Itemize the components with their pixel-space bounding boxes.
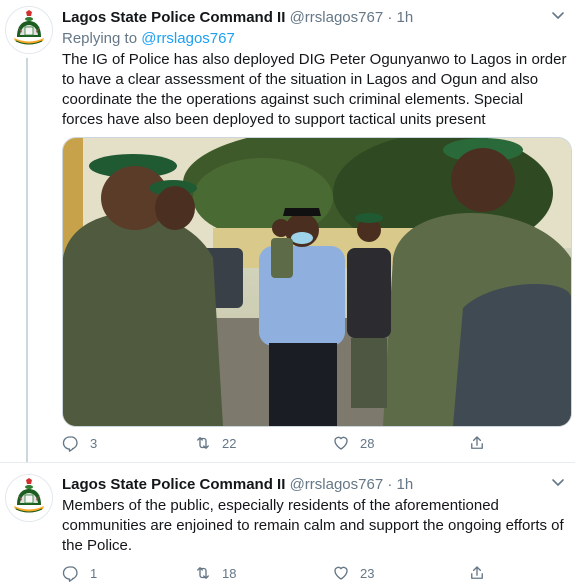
share-icon (471, 566, 483, 579)
like-button[interactable]: 28 (332, 433, 374, 453)
retweet-icon (197, 437, 209, 449)
retweet-count: 18 (222, 565, 237, 581)
tweet-content: Lagos State Police Command II @rrslagos7… (62, 475, 567, 556)
avatar[interactable] (5, 6, 53, 54)
tweet-header: Lagos State Police Command II @rrslagos7… (62, 475, 567, 495)
reply-button[interactable]: 3 (62, 433, 97, 453)
tweet-actions: 3 22 28 (62, 433, 512, 455)
tweet-content: Lagos State Police Command II @rrslagos7… (62, 8, 567, 130)
police-officers-photo (63, 138, 571, 426)
like-count: 28 (360, 435, 375, 451)
share-button[interactable] (468, 433, 486, 453)
reply-button[interactable]: 1 (62, 563, 97, 583)
author-name[interactable]: Lagos State Police Command II (62, 476, 285, 493)
reply-count: 1 (90, 565, 98, 581)
chevron-down-icon[interactable] (551, 475, 565, 489)
heart-icon (334, 436, 348, 450)
reply-count: 3 (90, 435, 98, 451)
avatar[interactable] (5, 474, 53, 522)
tweet-header: Lagos State Police Command II @rrslagos7… (62, 8, 567, 28)
tweet-photo[interactable] (62, 137, 572, 427)
tweet[interactable]: Lagos State Police Command II @rrslagos7… (0, 463, 575, 582)
retweet-count: 22 (222, 435, 237, 451)
retweet-icon (197, 567, 209, 579)
retweet-button[interactable]: 22 (194, 433, 236, 453)
author-name[interactable]: Lagos State Police Command II (62, 9, 285, 26)
reply-icon (62, 566, 78, 582)
tweet-text: The IG of Police has also deployed DIG P… (62, 51, 567, 128)
share-button[interactable] (468, 563, 486, 583)
retweet-button[interactable]: 18 (194, 563, 236, 583)
like-count: 23 (360, 565, 375, 581)
tweet-timestamp[interactable]: 1h (397, 476, 414, 493)
separator-dot: · (387, 476, 393, 493)
police-crest-icon (6, 7, 52, 53)
author-handle[interactable]: @rrslagos767 (290, 9, 384, 26)
chevron-down-icon[interactable] (551, 8, 565, 22)
separator-dot: · (387, 9, 393, 26)
author-handle[interactable]: @rrslagos767 (290, 476, 384, 493)
replying-prefix: Replying to (62, 30, 138, 47)
tweet[interactable]: Lagos State Police Command II @rrslagos7… (0, 0, 575, 462)
police-crest-icon (6, 475, 52, 521)
replying-to: Replying to @rrslagos767 (62, 29, 567, 49)
like-button[interactable]: 23 (332, 563, 374, 583)
tweet-timestamp[interactable]: 1h (397, 9, 414, 26)
reply-icon (62, 436, 78, 452)
thread-line (26, 58, 28, 462)
replying-handle-link[interactable]: @rrslagos767 (141, 30, 235, 47)
tweet-text: Members of the public, especially reside… (62, 497, 564, 554)
tweet-actions: 1 18 23 (62, 563, 512, 585)
share-icon (471, 436, 483, 449)
heart-icon (334, 566, 348, 580)
